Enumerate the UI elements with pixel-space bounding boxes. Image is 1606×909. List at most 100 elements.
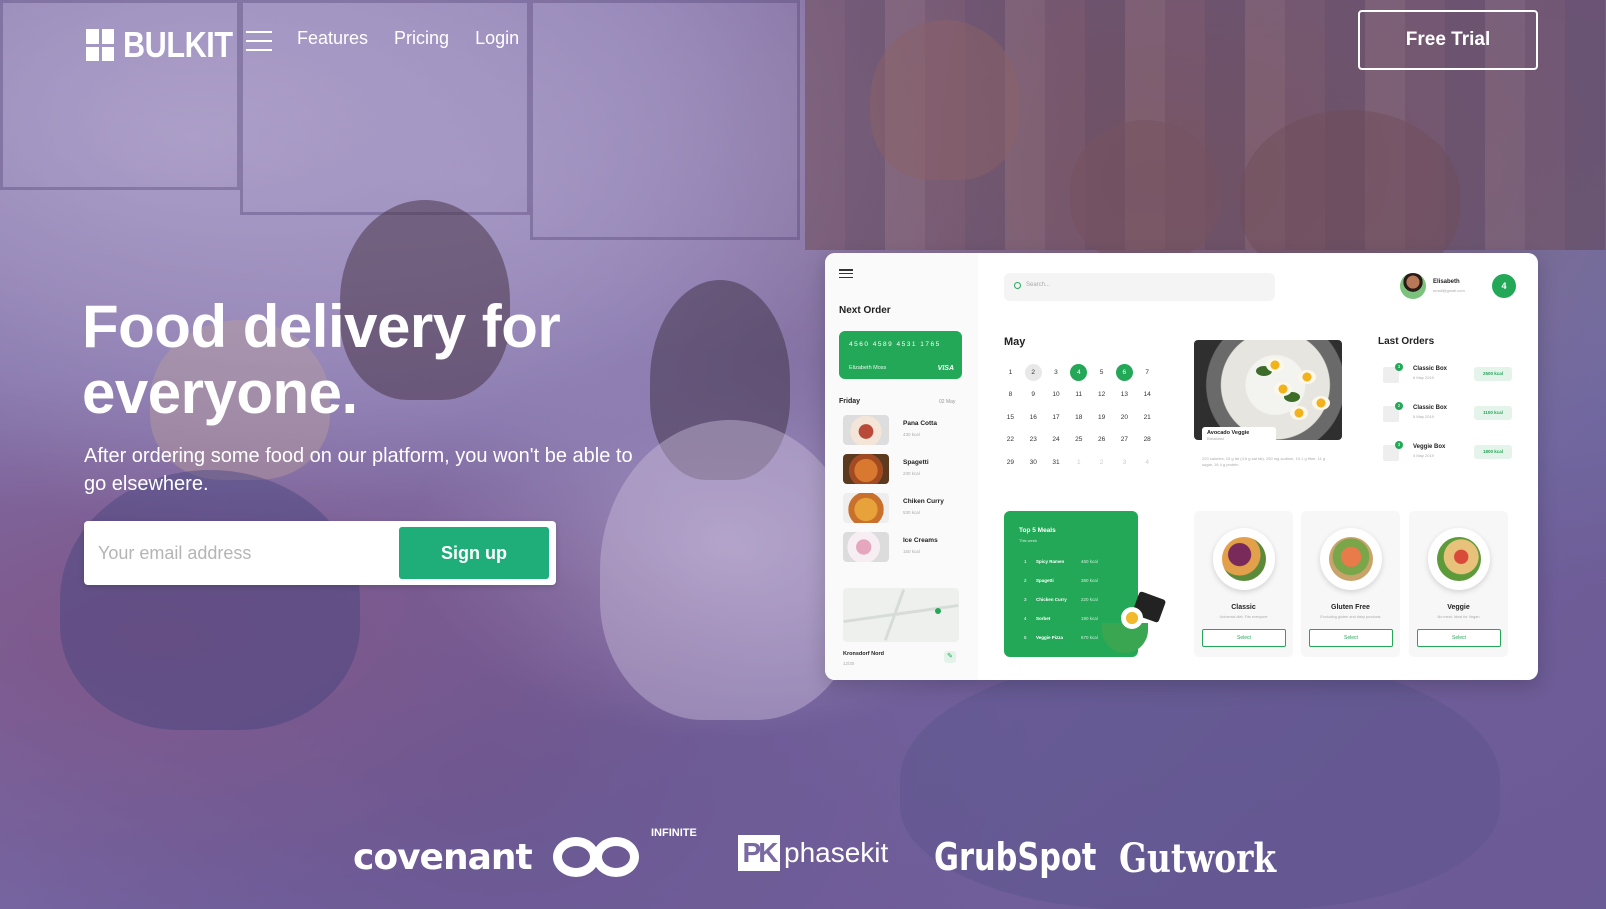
edit-pencil-icon[interactable]: ✎ [944, 651, 956, 663]
user-name: Elisabeth [1433, 279, 1460, 285]
calendar-day[interactable]: 3 [1113, 459, 1136, 466]
table-row: 1 Spicy Ramen 460 kcal [1024, 559, 1104, 564]
calendar-day[interactable]: 29 [999, 459, 1022, 466]
calendar-day[interactable]: 14 [1136, 391, 1159, 398]
calendar-week: 15 16 17 18 19 20 21 [999, 406, 1159, 429]
nav-link-features[interactable]: Features [297, 28, 368, 49]
food-thumbnail [843, 532, 889, 562]
day-label: Friday [839, 398, 861, 405]
calendar-day[interactable]: 4 [1136, 459, 1159, 466]
calendar-day[interactable]: 28 [1136, 436, 1159, 443]
calendar-day[interactable]: 26 [1090, 436, 1113, 443]
featured-food-meal: Breakfast [1207, 436, 1224, 441]
top-meals-title: Top 5 Meals [1019, 527, 1056, 534]
calendar-day[interactable]: 1 [1067, 459, 1090, 466]
list-item: Ice Creams 150 kcal [843, 532, 973, 564]
egg-shape [1266, 358, 1284, 372]
calendar-day[interactable]: 24 [1045, 436, 1068, 443]
infinite-logo: INFINITE [553, 827, 697, 887]
list-item: Pana Cotta 430 kcal [843, 415, 973, 447]
calendar-day[interactable]: 18 [1067, 414, 1090, 421]
calendar-day[interactable]: 22 [999, 436, 1022, 443]
select-plan-button[interactable]: Select [1309, 629, 1393, 647]
plan-name: Gluten Free [1331, 604, 1370, 611]
plan-card-gluten-free: Gluten Free Excluding gluten and dairy p… [1301, 511, 1400, 657]
order-kcal: 1100 kcal [1474, 406, 1512, 420]
calendar-day[interactable]: 10 [1045, 391, 1068, 398]
calendar-day[interactable]: 11 [1067, 391, 1090, 398]
plan-desc: No meat. Ideal for Vegan [1437, 615, 1480, 619]
meal-kcal: 150 kcal [903, 549, 920, 554]
calendar-day[interactable]: 27 [1113, 436, 1136, 443]
meal-name: Sorbet [1036, 616, 1051, 621]
calendar-day[interactable]: 21 [1136, 414, 1159, 421]
food-bowl-illustration [1097, 590, 1167, 665]
nav-link-pricing[interactable]: Pricing [394, 28, 449, 49]
meal-kcal: 460 kcal [1081, 559, 1098, 564]
next-order-title: Next Order [839, 305, 891, 316]
calendar-day[interactable]: 25 [1067, 436, 1090, 443]
list-item[interactable]: 2 Classic Box 5 May 2019 1100 kcal [1383, 402, 1512, 428]
meal-kcal: 220 kcal [1081, 597, 1098, 602]
rank: 3 [1024, 597, 1027, 602]
notification-badge[interactable]: 4 [1492, 274, 1516, 298]
dashboard-search-input[interactable]: Search... [1004, 273, 1275, 301]
top-meals-subtitle: This week [1019, 538, 1038, 543]
table-row: 3 Chicken Curry 220 kcal [1024, 597, 1104, 602]
calendar-grid: 1 2 3 4 5 6 7 8 9 10 11 12 13 14 15 16 1… [999, 361, 1159, 474]
nav-links: Features Pricing Login [297, 28, 519, 49]
rank: 2 [1024, 578, 1027, 583]
calendar-day[interactable]: 12 [1090, 391, 1113, 398]
calendar-day[interactable]: 5 [1090, 369, 1113, 376]
email-input[interactable] [98, 535, 378, 571]
select-plan-button[interactable]: Select [1202, 629, 1286, 647]
rank: 4 [1024, 616, 1027, 621]
calendar-day[interactable]: 3 [1045, 369, 1068, 376]
free-trial-button[interactable]: Free Trial [1358, 10, 1538, 70]
select-plan-button[interactable]: Select [1417, 629, 1501, 647]
signup-button[interactable]: Sign up [399, 527, 549, 579]
calendar-day[interactable]: 8 [999, 391, 1022, 398]
bulkit-logo-icon [86, 29, 114, 61]
calendar-day[interactable]: 15 [999, 414, 1022, 421]
last-orders-title: Last Orders [1378, 336, 1435, 347]
calendar-day-selected[interactable]: 4 [1070, 363, 1088, 381]
plate-image [1428, 528, 1490, 590]
calendar-day[interactable]: 2 [1024, 363, 1042, 381]
plate-food [1222, 537, 1266, 581]
calendar-day[interactable]: 17 [1045, 414, 1068, 421]
covenant-logo: covenant [353, 837, 533, 878]
meal-kcal: 190 kcal [1081, 616, 1098, 621]
calendar-day[interactable]: 2 [1090, 459, 1113, 466]
calendar-day[interactable]: 20 [1113, 414, 1136, 421]
avatar[interactable] [1400, 273, 1426, 299]
calendar-day[interactable]: 30 [1022, 459, 1045, 466]
calendar-day[interactable]: 13 [1113, 391, 1136, 398]
calendar-day[interactable]: 19 [1090, 414, 1113, 421]
delivery-map[interactable] [843, 588, 959, 642]
meal-name: Chicken Curry [1036, 597, 1067, 602]
order-date: 5 May 2019 [1413, 414, 1434, 419]
hamburger-menu-icon[interactable] [246, 31, 272, 51]
calendar-day[interactable]: 31 [1045, 459, 1068, 466]
plate-image [1320, 528, 1382, 590]
brand-logo[interactable]: BULKIT [86, 24, 252, 66]
calendar-week: 1 2 3 4 5 6 7 [999, 361, 1159, 384]
calendar-day[interactable]: 9 [1022, 391, 1045, 398]
list-item[interactable]: 3 Veggie Box 4 May 2019 1800 kcal [1383, 441, 1512, 467]
calendar-day[interactable]: 1 [999, 369, 1022, 376]
list-item[interactable]: 3 Classic Box 6 May 2019 2500 kcal [1383, 363, 1512, 389]
search-placeholder: Search... [1026, 282, 1051, 288]
nav-link-login[interactable]: Login [475, 28, 519, 49]
list-item: Spagetti 230 kcal [843, 454, 973, 486]
card-holder: Elizabeth Moss [849, 365, 887, 371]
calendar-day[interactable]: 16 [1022, 414, 1045, 421]
calendar-day[interactable]: 7 [1136, 369, 1159, 376]
plan-desc: Universal diet. Fits everyone [1219, 615, 1268, 619]
plan-name: Veggie [1447, 604, 1470, 611]
calendar-day-selected[interactable]: 6 [1115, 363, 1133, 381]
order-name: Classic Box [1413, 366, 1448, 372]
calendar-day[interactable]: 23 [1022, 436, 1045, 443]
navbar: BULKIT Features Pricing Login Free Trial [0, 0, 1606, 80]
food-thumbnail [843, 454, 889, 484]
